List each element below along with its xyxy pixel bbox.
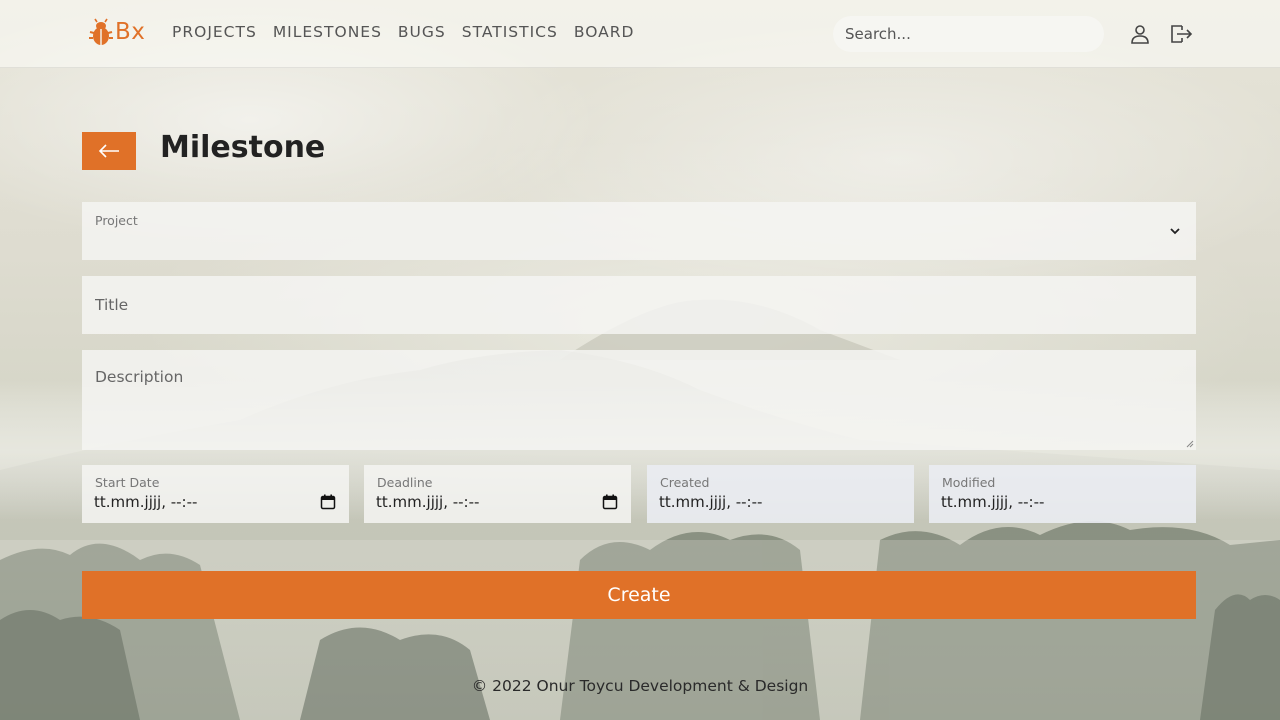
bug-logo-icon	[89, 18, 113, 45]
project-select-value[interactable]	[82, 202, 1196, 260]
search-input[interactable]	[833, 16, 1104, 52]
back-button[interactable]	[82, 132, 136, 170]
top-navbar: Bx PROJECTS MILESTONES BUGS STATISTICS B…	[0, 0, 1280, 68]
start-date-field[interactable]: Start Date tt.mm.jjjj, --:--	[82, 465, 349, 523]
modified-field: Modified tt.mm.jjjj, --:--	[929, 465, 1196, 523]
logout-button[interactable]	[1168, 22, 1193, 46]
nav-projects[interactable]: PROJECTS	[172, 23, 257, 41]
calendar-icon[interactable]	[602, 494, 618, 510]
user-profile-button[interactable]	[1128, 22, 1152, 46]
created-value: tt.mm.jjjj, --:--	[659, 493, 763, 511]
nav-board[interactable]: BOARD	[574, 23, 635, 41]
description-field	[82, 350, 1196, 450]
nav-bugs[interactable]: BUGS	[398, 23, 446, 41]
deadline-field[interactable]: Deadline tt.mm.jjjj, --:--	[364, 465, 631, 523]
logout-icon	[1171, 25, 1193, 43]
app-logo[interactable]: Bx	[88, 18, 145, 46]
created-field: Created tt.mm.jjjj, --:--	[647, 465, 914, 523]
create-button[interactable]: Create	[82, 571, 1196, 619]
arrow-left-icon	[98, 144, 119, 158]
chevron-down-icon	[1170, 228, 1180, 235]
user-icon	[1131, 25, 1149, 44]
nav-statistics[interactable]: STATISTICS	[462, 23, 558, 41]
start-date-label: Start Date	[95, 475, 160, 490]
start-date-value[interactable]: tt.mm.jjjj, --:--	[94, 493, 197, 511]
created-label: Created	[660, 475, 710, 490]
main-nav: PROJECTS MILESTONES BUGS STATISTICS BOAR…	[172, 23, 634, 41]
logo-text: Bx	[115, 19, 146, 45]
page-title: Milestone	[160, 130, 326, 165]
project-select[interactable]: Project	[82, 202, 1196, 260]
description-textarea[interactable]	[82, 350, 1196, 450]
deadline-value[interactable]: tt.mm.jjjj, --:--	[376, 493, 479, 511]
calendar-icon[interactable]	[320, 494, 336, 510]
footer-copyright: © 2022 Onur Toycu Development & Design	[471, 677, 809, 695]
deadline-label: Deadline	[377, 475, 433, 490]
nav-milestones[interactable]: MILESTONES	[273, 23, 382, 41]
title-input[interactable]	[82, 276, 1196, 334]
modified-value: tt.mm.jjjj, --:--	[941, 493, 1045, 511]
title-field	[82, 276, 1196, 334]
resize-grip-icon[interactable]	[1186, 440, 1194, 448]
modified-label: Modified	[942, 475, 996, 490]
